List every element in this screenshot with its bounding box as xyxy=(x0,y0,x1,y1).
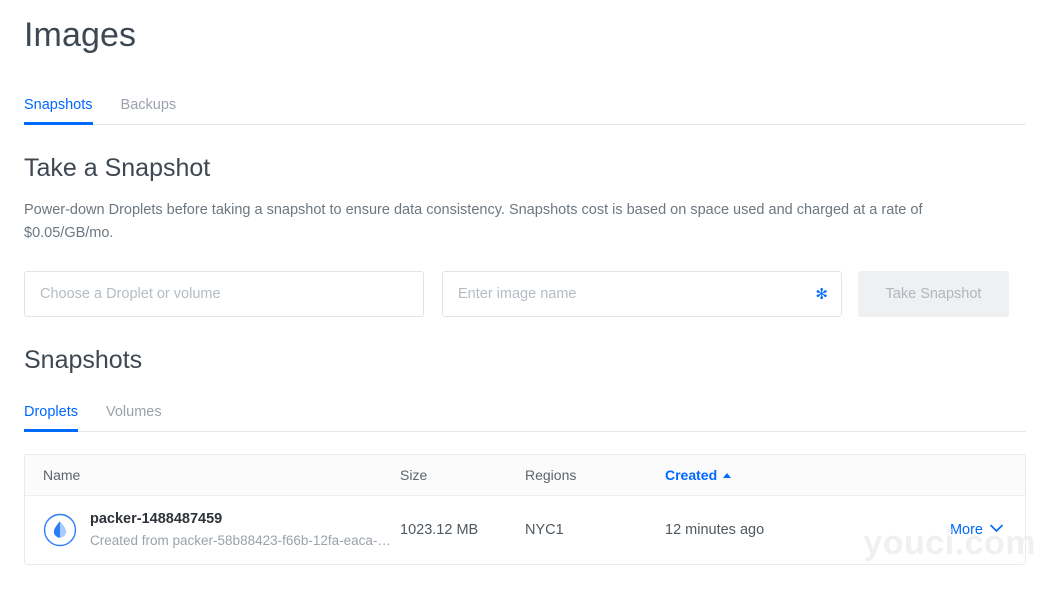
cell-regions: NYC1 xyxy=(525,496,665,564)
top-tab-bar: Snapshots Backups xyxy=(24,92,1026,125)
snapshots-tab-bar: Droplets Volumes xyxy=(24,399,1026,432)
more-actions-label: More xyxy=(950,522,983,538)
cell-created: 12 minutes ago xyxy=(665,496,880,564)
column-header-regions[interactable]: Regions xyxy=(525,455,665,496)
sort-ascending-caret-icon xyxy=(723,473,731,478)
cell-name: packer-1488487459 Created from packer-58… xyxy=(25,496,400,564)
column-header-created-label: Created xyxy=(665,467,717,483)
snapshot-name-cell: packer-1488487459 Created from packer-58… xyxy=(25,510,400,550)
snapshots-table-container: Name Size Regions Created xyxy=(24,454,1026,565)
table-row[interactable]: packer-1488487459 Created from packer-58… xyxy=(25,496,1025,564)
table-header-row: Name Size Regions Created xyxy=(25,455,1025,496)
chevron-down-icon xyxy=(990,521,1003,537)
take-snapshot-description: Power-down Droplets before taking a snap… xyxy=(24,199,1009,245)
droplet-icon xyxy=(43,513,77,547)
droplet-select-input[interactable] xyxy=(24,271,424,317)
snapshot-name: packer-1488487459 xyxy=(90,510,395,529)
column-header-created[interactable]: Created xyxy=(665,455,880,496)
snapshots-heading: Snapshots xyxy=(24,317,1026,375)
take-snapshot-button[interactable]: Take Snapshot xyxy=(858,271,1009,317)
tab-droplets[interactable]: Droplets xyxy=(24,404,78,432)
image-name-field-wrapper: ✻ xyxy=(442,271,842,317)
table-header: Name Size Regions Created xyxy=(25,455,1025,496)
take-snapshot-form: ✻ Take Snapshot xyxy=(24,271,1026,317)
page-title: Images xyxy=(24,0,1026,56)
column-header-name[interactable]: Name xyxy=(25,455,400,496)
tab-snapshots[interactable]: Snapshots xyxy=(24,97,93,125)
image-name-input[interactable] xyxy=(442,271,842,317)
tab-backups[interactable]: Backups xyxy=(121,97,177,125)
more-actions-button[interactable]: More xyxy=(950,522,1005,538)
column-header-size[interactable]: Size xyxy=(400,455,525,496)
snapshot-name-block: packer-1488487459 Created from packer-58… xyxy=(90,510,395,550)
table-body: packer-1488487459 Created from packer-58… xyxy=(25,496,1025,564)
images-page: Images Snapshots Backups Take a Snapshot… xyxy=(0,0,1050,596)
droplet-field-wrapper xyxy=(24,271,424,317)
snapshots-table: Name Size Regions Created xyxy=(25,455,1025,564)
cell-size: 1023.12 MB xyxy=(400,496,525,564)
snapshot-subtitle: Created from packer-58b88423-f66b-12fa-e… xyxy=(90,531,395,550)
cell-actions: More xyxy=(880,496,1025,564)
column-header-actions xyxy=(880,455,1025,496)
take-snapshot-heading: Take a Snapshot xyxy=(24,125,1026,183)
tab-volumes[interactable]: Volumes xyxy=(106,404,162,432)
